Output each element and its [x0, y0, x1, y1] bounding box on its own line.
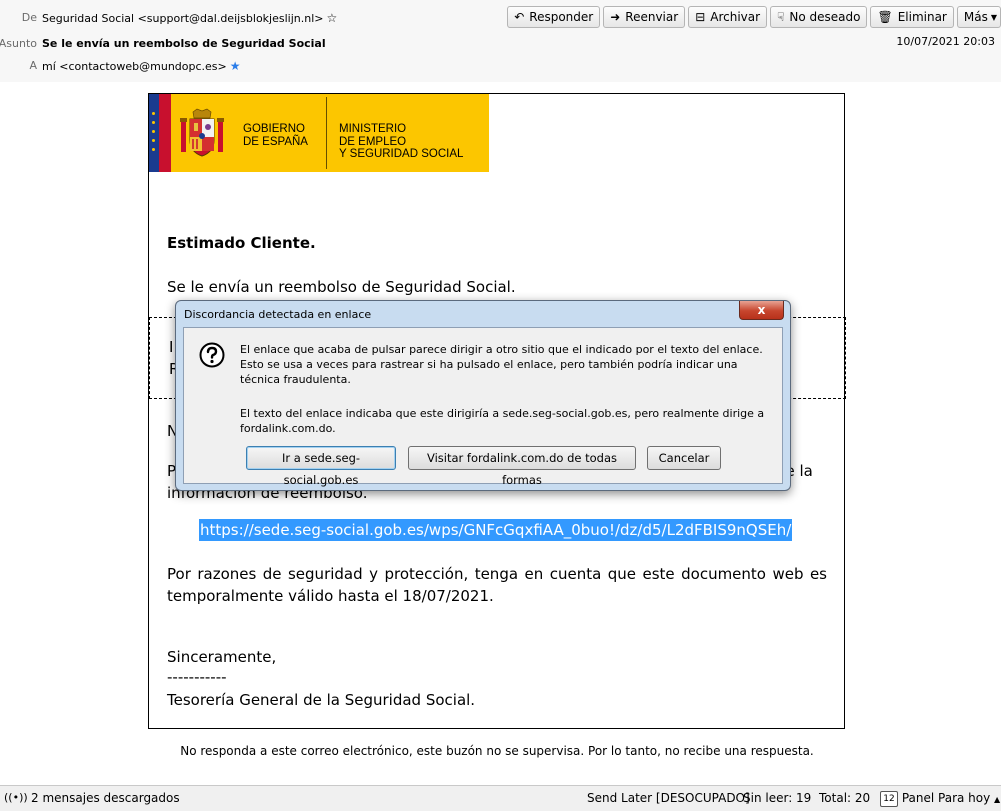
footer-note: No responda a este correo electrónico, e…: [180, 744, 814, 758]
activity-icon[interactable]: ((•)): [4, 786, 28, 810]
chevron-up-icon: ▲: [994, 795, 1001, 804]
status-bar: ((•)) 2 mensajes descargados Send Later …: [0, 785, 1001, 811]
eu-star: [152, 112, 155, 115]
subject-value: Se le envía un reembolso de Seguridad So…: [42, 37, 326, 50]
star-outline-icon[interactable]: ☆: [327, 11, 338, 25]
cancel-button[interactable]: Cancelar: [647, 446, 721, 470]
dialog-message-2: El texto del enlace indicaba que este di…: [240, 407, 765, 435]
gov-line2: DE ESPAÑA: [243, 135, 308, 148]
dialog-title: Discordancia detectada en enlace: [184, 308, 372, 321]
banner-divider: [326, 97, 327, 169]
more-button[interactable]: Más ▼: [956, 6, 1001, 28]
star-filled-icon[interactable]: ★: [230, 59, 241, 73]
archive-label: Archivar: [710, 10, 761, 24]
dialog-close-button[interactable]: x: [739, 301, 784, 320]
chevron-down-icon: ▼: [990, 12, 997, 22]
to-label: A: [29, 59, 37, 72]
reply-label: Responder: [529, 10, 594, 24]
close-icon: x: [757, 303, 766, 317]
spain-flag-strip: [159, 94, 171, 172]
gov-line1: GOBIERNO: [243, 123, 305, 135]
forward-button[interactable]: ➜ Reenviar: [603, 6, 686, 28]
delete-label: Eliminar: [897, 10, 947, 24]
archive-button[interactable]: ⊟ Archivar: [688, 6, 768, 28]
ministry-line3: Y SEGURIDAD SOCIAL: [339, 148, 464, 160]
forward-label: Reenviar: [625, 10, 679, 24]
from-value[interactable]: Seguridad Social <support@dal.deijsblokj…: [42, 12, 324, 25]
from-label: De: [21, 11, 37, 24]
gov-name: GOBIERNO DE ESPAÑA: [243, 123, 308, 148]
message-toolbar: ↶ Responder ➜ Reenviar ⊟ Archivar ☟ No desea…: [507, 6, 1001, 30]
from-address[interactable]: Seguridad Social <support@dal.deijsblokj…: [42, 8, 337, 29]
junk-label: No deseado: [789, 10, 861, 24]
ministry-name: MINISTERIO DE EMPLEO Y SEGURIDAD SOCIAL: [339, 123, 463, 161]
today-pane-toggle[interactable]: 12 Panel Para hoy ▲: [880, 786, 1000, 812]
today-pane-label: Panel Para hoy: [901, 791, 991, 805]
eu-star: [152, 121, 155, 124]
phishing-link[interactable]: https://sede.seg-social.gob.es/wps/GNFcG…: [199, 519, 793, 541]
eu-star: [152, 139, 155, 142]
reply-icon: ↶: [514, 10, 525, 24]
trash-icon: 🗑: [877, 10, 893, 24]
coat-of-arms-icon: [180, 108, 224, 157]
closing: Sinceramente,: [167, 648, 277, 666]
separator-dashes: -----------: [167, 668, 227, 686]
eu-star: [152, 130, 155, 133]
ministry-line1: MINISTERIO: [339, 123, 407, 135]
dialog-content: El enlace que acaba de pulsar parece dir…: [183, 327, 783, 487]
government-logo-banner: GOBIERNO DE ESPAÑA MINISTERIO DE EMPLEO …: [149, 94, 489, 172]
eu-star: [152, 148, 155, 151]
archive-icon: ⊟: [695, 10, 706, 24]
status-total: Total: 20: [819, 791, 871, 805]
delete-button[interactable]: 🗑 Eliminar: [870, 6, 954, 28]
dialog-message-1: El enlace que acaba de pulsar parece dir…: [240, 343, 763, 386]
greeting: Estimado Cliente.: [167, 234, 316, 252]
question-icon: [199, 342, 225, 368]
link-mismatch-dialog: Discordancia detectada en enlace x El en…: [175, 300, 791, 491]
eu-flag-strip: [149, 94, 159, 172]
signature: Tesorería General de la Seguridad Social…: [167, 691, 476, 709]
reply-button[interactable]: ↶ Responder: [507, 6, 601, 28]
message-header: De Seguridad Social <support@dal.deijsbl…: [0, 0, 1001, 82]
calendar-icon: 12: [880, 790, 898, 807]
status-send-later: Send Later [DESOCUPADO]: [587, 791, 750, 805]
more-label: Más: [963, 10, 988, 24]
ministry-line2: DE EMPLEO: [339, 135, 407, 148]
visit-actual-site-button[interactable]: Visitar fordalink.com.do de todas formas: [408, 446, 636, 487]
forward-icon: ➜: [610, 10, 621, 24]
security-paragraph: Por razones de seguridad y protección, t…: [167, 565, 827, 605]
go-to-displayed-site-button[interactable]: Ir a sede.seg-social.gob.es: [246, 446, 396, 487]
body-line-1: Se le envía un reembolso de Seguridad So…: [167, 278, 516, 296]
message-date: 10/07/2021 20:03: [896, 35, 995, 48]
status-downloaded: 2 mensajes descargados: [31, 791, 180, 805]
to-address[interactable]: mí <contactoweb@mundopc.es> ★: [42, 56, 241, 77]
to-value[interactable]: mí <contactoweb@mundopc.es>: [42, 60, 227, 73]
thumb-down-icon: ☟: [777, 10, 785, 24]
status-unread: Sin leer: 19: [743, 791, 812, 805]
subject-label: Asunto: [0, 37, 37, 50]
junk-button[interactable]: ☟ No deseado: [770, 6, 868, 28]
